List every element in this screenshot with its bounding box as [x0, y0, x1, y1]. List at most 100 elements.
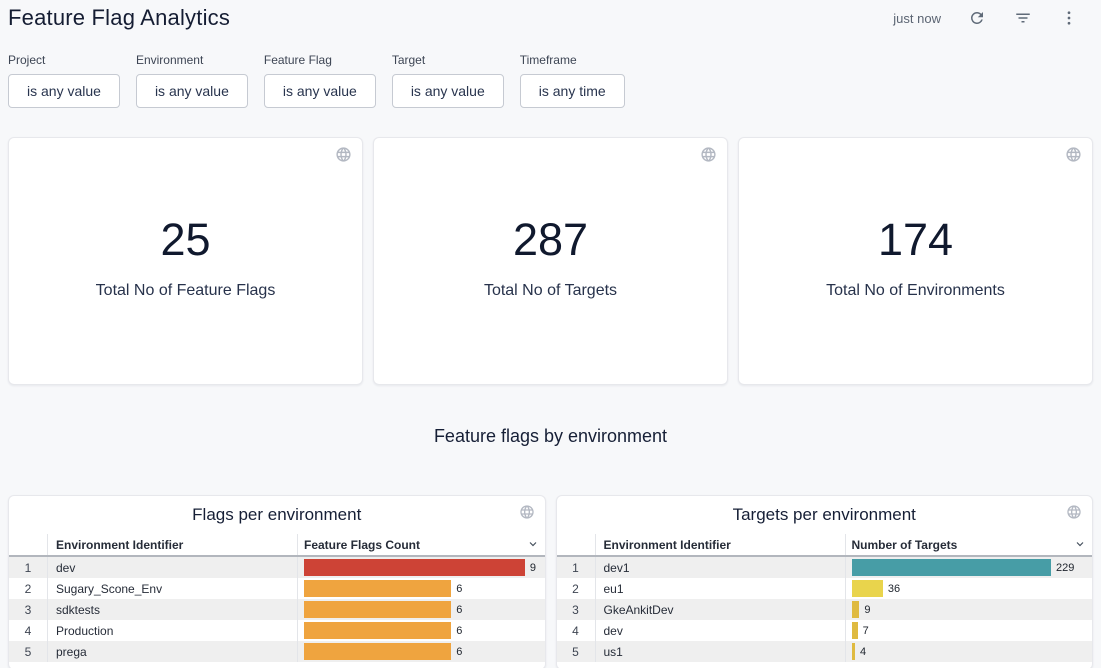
environment-cell[interactable]: GkeAnkitDev: [595, 599, 845, 620]
column-header-environment[interactable]: Environment Identifier: [47, 534, 297, 555]
kpi-card-feature-flags: 25 Total No of Feature Flags: [8, 137, 363, 385]
filter-environment-button[interactable]: is any value: [136, 74, 248, 108]
bar-value: 6: [456, 646, 462, 658]
column-header-targets[interactable]: Number of Targets: [845, 534, 1093, 555]
header-controls: just now: [893, 8, 1093, 28]
dashboard-header: Feature Flag Analytics just now: [8, 0, 1093, 32]
bar[interactable]: [852, 643, 855, 660]
table-title: Flags per environment: [9, 505, 545, 525]
bar-cell: 7: [845, 620, 1093, 641]
filter-label: Environment: [136, 53, 248, 67]
kpi-label: Total No of Targets: [484, 282, 617, 300]
environment-cell[interactable]: dev: [47, 557, 297, 578]
table-header-row: Environment Identifier Number of Targets: [557, 534, 1093, 557]
bar[interactable]: [852, 622, 858, 639]
row-index: 5: [557, 645, 595, 659]
filter-timeframe-button[interactable]: is any time: [520, 74, 625, 108]
filter-label: Target: [392, 53, 504, 67]
environment-cell[interactable]: dev1: [595, 557, 845, 578]
bar[interactable]: [304, 580, 451, 597]
environment-cell[interactable]: Sugary_Scone_Env: [47, 578, 297, 599]
bar-value: 7: [863, 625, 869, 637]
refresh-icon[interactable]: [967, 8, 987, 28]
bar-cell: 6: [297, 578, 545, 599]
filter-target: Target is any value: [392, 53, 504, 108]
kpi-label: Total No of Feature Flags: [96, 282, 276, 300]
bar[interactable]: [304, 622, 451, 639]
filter-bar: Project is any value Environment is any …: [8, 53, 1093, 108]
bar[interactable]: [304, 601, 451, 618]
filter-feature-flag-button[interactable]: is any value: [264, 74, 376, 108]
row-index: 3: [557, 603, 595, 617]
flags-table: Environment Identifier Feature Flags Cou…: [9, 534, 545, 662]
row-index: 4: [9, 624, 47, 638]
environment-cell[interactable]: Production: [47, 620, 297, 641]
bar-value: 9: [530, 562, 536, 574]
table-row: 2 Sugary_Scone_Env 6: [9, 578, 545, 599]
filter-project-button[interactable]: is any value: [8, 74, 120, 108]
page-title: Feature Flag Analytics: [8, 5, 230, 31]
bar[interactable]: [304, 559, 525, 576]
row-index: 1: [9, 561, 47, 575]
environment-cell[interactable]: eu1: [595, 578, 845, 599]
globe-icon: [1065, 146, 1082, 168]
bar-cell: 6: [297, 620, 545, 641]
column-header-environment[interactable]: Environment Identifier: [595, 534, 845, 555]
bar-value: 229: [1056, 562, 1074, 574]
bar-cell: 6: [297, 641, 545, 662]
table-row: 2 eu1 36: [557, 578, 1093, 599]
bar-value: 4: [860, 646, 866, 658]
bar[interactable]: [852, 580, 883, 597]
section-title: Feature flags by environment: [8, 426, 1093, 447]
environment-cell[interactable]: dev: [595, 620, 845, 641]
table-row: 4 Production 6: [9, 620, 545, 641]
row-index: 4: [557, 624, 595, 638]
filter-label: Feature Flag: [264, 53, 376, 67]
table-row: 5 prega 6: [9, 641, 545, 662]
filter-feature-flag: Feature Flag is any value: [264, 53, 376, 108]
chevron-down-icon[interactable]: [1074, 538, 1086, 553]
bar[interactable]: [304, 643, 451, 660]
bar-value: 36: [888, 583, 900, 595]
bar-value: 9: [864, 604, 870, 616]
bar-cell: 4: [845, 641, 1093, 662]
chevron-down-icon[interactable]: [527, 538, 539, 553]
filter-timeframe: Timeframe is any time: [520, 53, 625, 108]
flags-per-environment-card: Flags per environment Environment Identi…: [8, 495, 546, 668]
environment-cell[interactable]: sdktests: [47, 599, 297, 620]
environment-cell[interactable]: us1: [595, 641, 845, 662]
filter-icon[interactable]: [1013, 8, 1033, 28]
bar-value: 6: [456, 625, 462, 637]
bar-cell: 9: [297, 557, 545, 578]
bar-value: 6: [456, 583, 462, 595]
filter-environment: Environment is any value: [136, 53, 248, 108]
filter-target-button[interactable]: is any value: [392, 74, 504, 108]
bar-cell: 229: [845, 557, 1093, 578]
row-index: 2: [557, 582, 595, 596]
bar[interactable]: [852, 559, 1052, 576]
kpi-card-environments: 174 Total No of Environments: [738, 137, 1093, 385]
table-row: 4 dev 7: [557, 620, 1093, 641]
table-row: 3 GkeAnkitDev 9: [557, 599, 1093, 620]
column-header-count[interactable]: Feature Flags Count: [297, 534, 545, 555]
filter-label: Timeframe: [520, 53, 625, 67]
filter-project: Project is any value: [8, 53, 120, 108]
table-row: 1 dev 9: [9, 557, 545, 578]
kpi-value: 287: [513, 217, 588, 262]
table-row: 3 sdktests 6: [9, 599, 545, 620]
table-header-row: Environment Identifier Feature Flags Cou…: [9, 534, 545, 557]
row-index: 1: [557, 561, 595, 575]
targets-per-environment-card: Targets per environment Environment Iden…: [556, 495, 1094, 668]
kebab-menu-icon[interactable]: [1059, 8, 1079, 28]
row-number-header: [557, 534, 595, 555]
row-index: 2: [9, 582, 47, 596]
row-number-header: [9, 534, 47, 555]
table-row: 1 dev1 229: [557, 557, 1093, 578]
environment-cell[interactable]: prega: [47, 641, 297, 662]
bar[interactable]: [852, 601, 860, 618]
last-updated-text: just now: [893, 11, 941, 26]
row-index: 3: [9, 603, 47, 617]
row-index: 5: [9, 645, 47, 659]
table-row: 5 us1 4: [557, 641, 1093, 662]
kpi-value: 25: [160, 217, 210, 262]
